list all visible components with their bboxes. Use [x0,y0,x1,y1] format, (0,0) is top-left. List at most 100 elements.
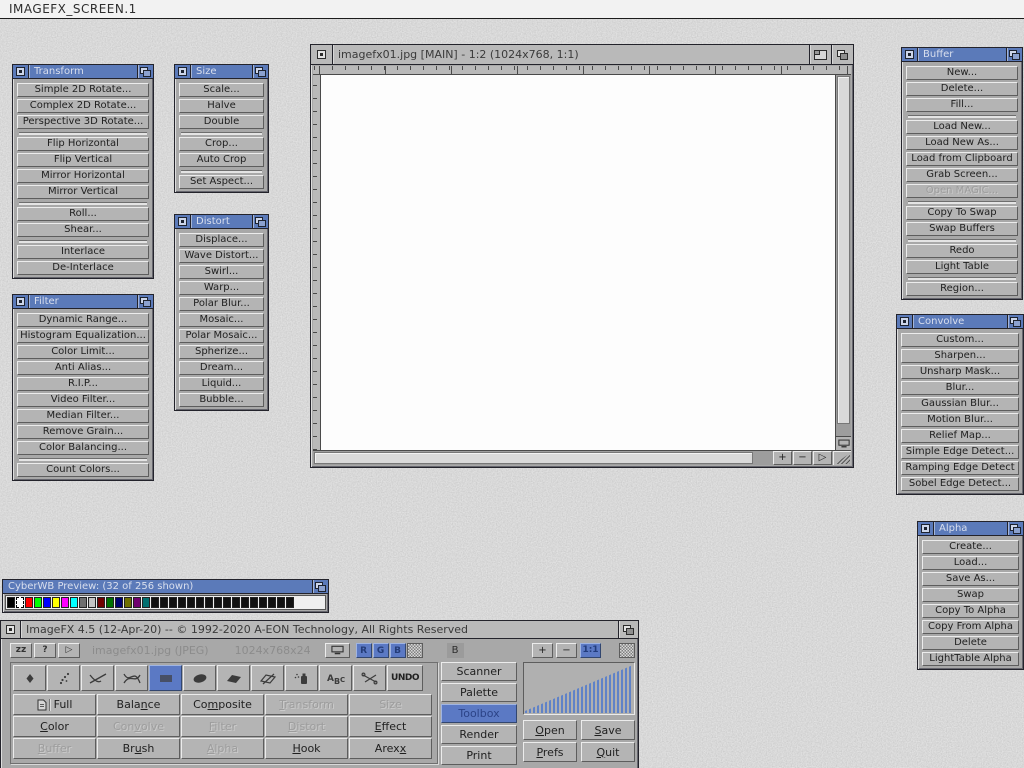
open-magic-button[interactable]: Open MAGIC... [906,184,1018,198]
color-swatch-22[interactable] [205,597,213,608]
delete-button[interactable]: Delete... [906,82,1018,96]
depth-icon[interactable] [252,65,268,78]
anti-alias-button[interactable]: Anti Alias... [17,361,149,375]
quit-button[interactable]: Quit [581,742,635,762]
color-swatch-25[interactable] [232,597,240,608]
color-swatch-18[interactable] [169,597,177,608]
menu-size-button[interactable]: Size [349,694,432,715]
depth-icon[interactable] [618,621,638,638]
wave-distort-button[interactable]: Wave Distort... [179,249,264,263]
color-swatch-11[interactable] [106,597,114,608]
grab-screen-button[interactable]: Grab Screen... [906,168,1018,182]
color-swatch-23[interactable] [214,597,222,608]
interlace-button[interactable]: Interlace [17,245,149,259]
displace-button[interactable]: Displace... [179,233,264,247]
new-button[interactable]: New... [906,66,1018,80]
halve-button[interactable]: Halve [179,99,264,113]
dynamic-range-button[interactable]: Dynamic Range... [17,313,149,327]
swap-button[interactable]: Swap [922,588,1019,602]
swirl-button[interactable]: Swirl... [179,265,264,279]
play-button[interactable]: ▷ [813,451,832,465]
channel-b-button[interactable]: B [390,643,406,658]
palette-titlebar[interactable]: Transform [13,65,153,79]
depth-icon[interactable] [1006,48,1022,61]
region-button[interactable]: Region... [906,282,1018,296]
close-icon[interactable] [918,522,934,535]
color-swatch-9[interactable] [88,597,96,608]
menu-filter-button[interactable]: Filter [181,716,264,737]
menu-buffer-button[interactable]: Buffer [13,738,96,759]
close-icon[interactable] [1,621,21,638]
menu-transform-button[interactable]: Transform [265,694,348,715]
mirror-vertical-button[interactable]: Mirror Vertical [17,185,149,199]
menu-full-button[interactable]: Full [13,694,96,715]
scanner-button[interactable]: Scanner [441,662,517,681]
complex-2d-rotate-button[interactable]: Complex 2D Rotate... [17,99,149,113]
line-tool-button[interactable] [81,665,114,691]
mosaic-button[interactable]: Mosaic... [179,313,264,327]
toolbox-button[interactable]: Toolbox [441,704,517,723]
fill-tool-button[interactable] [251,665,284,691]
channel-g-button[interactable]: G [373,643,389,658]
color-swatch-1[interactable] [16,597,24,608]
load-from-clipboard-button[interactable]: Load from Clipboard [906,152,1018,166]
close-icon[interactable] [175,65,191,78]
load-new-button[interactable]: Load New... [906,120,1018,134]
color-swatch-13[interactable] [124,597,132,608]
sobel-edge-detect-button[interactable]: Sobel Edge Detect... [901,477,1019,491]
color-swatch-28[interactable] [259,597,267,608]
cyberwb-titlebar[interactable]: CyberWB Preview: (32 of 256 shown) [3,580,328,594]
color-swatch-10[interactable] [97,597,105,608]
de-interlace-button[interactable]: De-Interlace [17,261,149,275]
spray-tool-button[interactable] [285,665,318,691]
save-button[interactable]: Save [581,720,635,740]
curve-tool-button[interactable] [115,665,148,691]
color-swatch-17[interactable] [160,597,168,608]
unsharp-mask-button[interactable]: Unsharp Mask... [901,365,1019,379]
close-icon[interactable] [13,65,29,78]
light-table-button[interactable]: Light Table [906,260,1018,274]
histogram-equalization-button[interactable]: Histogram Equalization... [17,329,149,343]
close-icon[interactable] [311,45,333,64]
load-new-as-button[interactable]: Load New As... [906,136,1018,150]
palette-titlebar[interactable]: Size [175,65,268,79]
color-limit-button[interactable]: Color Limit... [17,345,149,359]
custom-button[interactable]: Custom... [901,333,1019,347]
main-window-titlebar[interactable]: imagefx01.jpg [MAIN] - 1:2 (1024x768, 1:… [311,45,853,65]
simple-edge-detect-button[interactable]: Simple Edge Detect... [901,445,1019,459]
count-colors-button[interactable]: Count Colors... [17,463,149,477]
vertical-scrollbar[interactable] [836,75,851,436]
fill-button[interactable]: Fill... [906,98,1018,112]
close-icon[interactable] [13,295,29,308]
menu-balance-button[interactable]: Balance [97,694,180,715]
perspective-3d-rotate-button[interactable]: Perspective 3D Rotate... [17,115,149,129]
zoom-in-button[interactable]: + [532,643,553,658]
liquid-button[interactable]: Liquid... [179,377,264,391]
zoom-out-button[interactable]: − [556,643,577,658]
color-swatch-30[interactable] [277,597,285,608]
copy-to-swap-button[interactable]: Copy To Swap [906,206,1018,220]
redo-button[interactable]: Redo [906,244,1018,258]
menu-color-button[interactable]: Color [13,716,96,737]
close-icon[interactable] [175,215,191,228]
color-swatch-4[interactable] [43,597,51,608]
color-swatch-8[interactable] [79,597,87,608]
iconify-button[interactable]: zz [10,643,32,658]
color-swatch-6[interactable] [61,597,69,608]
menu-arexx-button[interactable]: Arexx [349,738,432,759]
menu-convolve-button[interactable]: Convolve [97,716,180,737]
color-swatch-24[interactable] [223,597,231,608]
depth-icon[interactable] [312,580,328,593]
color-swatch-2[interactable] [25,597,33,608]
open-button[interactable]: Open [523,720,577,740]
menu-distort-button[interactable]: Distort [265,716,348,737]
mirror-horizontal-button[interactable]: Mirror Horizontal [17,169,149,183]
color-swatch-16[interactable] [151,597,159,608]
horizontal-scroll-thumb[interactable] [314,452,753,464]
copy-from-alpha-button[interactable]: Copy From Alpha [922,620,1019,634]
palette-titlebar[interactable]: Convolve [897,315,1023,329]
zoom-gadget-icon[interactable] [809,45,831,64]
shear-button[interactable]: Shear... [17,223,149,237]
menu-composite-button[interactable]: Composite [181,694,264,715]
delete-button[interactable]: Delete [922,636,1019,650]
